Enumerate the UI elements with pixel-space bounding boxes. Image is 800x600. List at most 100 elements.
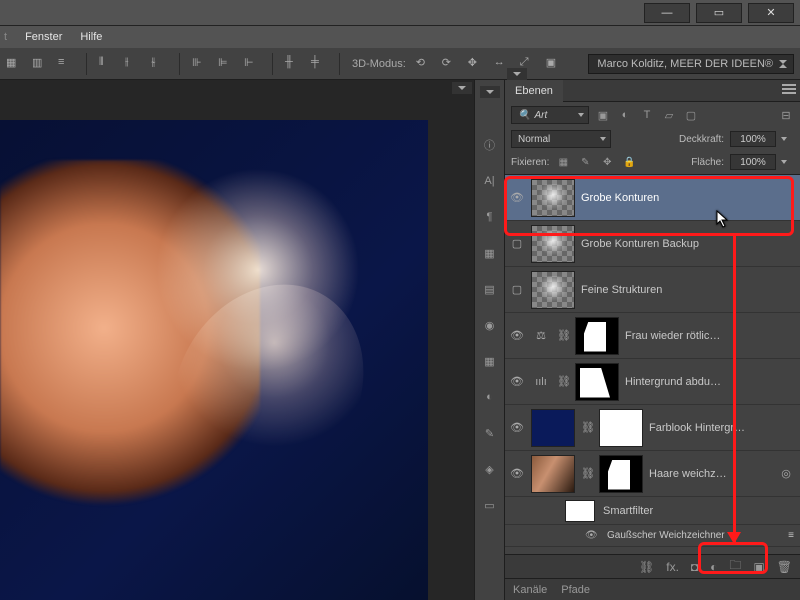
filter-shape-icon[interactable]: ▱ — [661, 108, 677, 122]
layer-row[interactable]: 👁 ⛓ Farblook Hintergr… — [505, 405, 800, 451]
paragraph-icon[interactable]: ¶ — [479, 206, 501, 228]
library-icon[interactable]: ▭ — [479, 494, 501, 516]
filter-adjust-icon[interactable]: ◐ — [617, 108, 633, 122]
styles-icon[interactable]: ▤ — [479, 278, 501, 300]
layer-row[interactable]: 👁 Grobe Konturen — [505, 175, 800, 221]
layer-filter-type[interactable]: 🔍Art — [511, 106, 589, 124]
filter-smart-icon[interactable]: ▢ — [683, 108, 699, 122]
lock-transparency-icon[interactable]: ▦ — [555, 155, 571, 169]
smart-filter-row[interactable]: Smartfilter — [505, 497, 800, 525]
spacing-icon[interactable]: ╪ — [311, 56, 327, 72]
panel-menu-icon[interactable] — [782, 84, 796, 96]
layer-name[interactable]: Grobe Konturen — [581, 192, 796, 204]
color-icon[interactable]: ◉ — [479, 314, 501, 336]
layer-name[interactable]: Farblook Hintergr… — [649, 422, 796, 434]
layer-mask-thumbnail[interactable] — [599, 409, 643, 447]
layer-mask-thumbnail[interactable] — [575, 363, 619, 401]
lock-pixels-icon[interactable]: ✎ — [577, 155, 593, 169]
filter-name[interactable]: Gaußscher Weichzeichner — [607, 530, 725, 541]
type-icon[interactable]: A| — [479, 170, 501, 192]
opacity-value[interactable]: 100% — [730, 131, 776, 147]
layer-row[interactable]: ▢ Feine Strukturen — [505, 267, 800, 313]
pan-icon[interactable]: ✥ — [468, 56, 484, 72]
collapse-icon[interactable] — [480, 86, 500, 98]
layer-mask-thumbnail[interactable] — [599, 455, 643, 493]
align-icon[interactable]: ▥ — [32, 56, 48, 72]
distribute-icon[interactable]: ⫳ — [151, 56, 167, 72]
roll-icon[interactable]: ⟳ — [442, 56, 458, 72]
adjustments-icon[interactable]: ◐ — [479, 386, 501, 408]
layer-thumbnail[interactable] — [531, 455, 575, 493]
info-icon[interactable]: ⓘ — [479, 134, 501, 156]
mask-icon[interactable]: ◘ — [691, 560, 698, 574]
align-icon[interactable]: ≡ — [58, 56, 74, 72]
layer-name[interactable]: Frau wieder rötlic… — [625, 330, 796, 342]
visibility-icon[interactable]: ▢ — [509, 236, 525, 252]
filter-settings-icon[interactable]: ≡ — [788, 530, 794, 541]
distribute-icon[interactable]: ⫲ — [125, 56, 141, 72]
document-canvas[interactable] — [0, 120, 428, 600]
minimize-button[interactable]: — — [644, 3, 690, 23]
distribute-icon[interactable]: ⫴ — [99, 56, 115, 72]
fx-icon[interactable]: fx. — [666, 560, 679, 574]
link-icon: ⛓ — [581, 421, 593, 434]
close-button[interactable]: ✕ — [748, 3, 794, 23]
visibility-icon[interactable]: 👁 — [509, 420, 525, 436]
layer-name[interactable]: Haare weichz… — [649, 468, 770, 480]
layer-row[interactable]: 👁 ⚖ ⛓ Frau wieder rötlic… — [505, 313, 800, 359]
adjustment-icon[interactable]: ◐ — [710, 560, 717, 574]
layer-name[interactable]: Grobe Konturen Backup — [581, 238, 796, 250]
tab-pfade[interactable]: Pfade — [561, 584, 590, 596]
menu-fenster[interactable]: Fenster — [25, 31, 62, 43]
grid-icon[interactable]: ▦ — [479, 350, 501, 372]
visibility-icon[interactable]: 👁 — [509, 328, 525, 344]
smartfilter-thumbnail[interactable] — [565, 500, 595, 522]
navigator-icon[interactable]: ◈ — [479, 458, 501, 480]
visibility-icon[interactable]: 👁 — [509, 374, 525, 390]
filter-pixels-icon[interactable]: ▣ — [595, 108, 611, 122]
new-layer-icon[interactable]: ▣ — [753, 560, 764, 574]
smart-filter-item[interactable]: 👁 Gaußscher Weichzeichner ≡ — [505, 525, 800, 547]
orbit-icon[interactable]: ⟲ — [416, 56, 432, 72]
delete-icon[interactable]: 🗑 — [777, 560, 792, 574]
group-icon[interactable]: 🗀 — [729, 556, 741, 577]
filter-toggle[interactable]: ⊟ — [778, 108, 794, 122]
align-icon[interactable]: ▦ — [6, 56, 22, 72]
layer-thumbnail[interactable] — [531, 225, 575, 263]
distribute-icon[interactable]: ⊫ — [218, 56, 234, 72]
layer-thumbnail[interactable] — [531, 271, 575, 309]
collapse-icon[interactable] — [452, 82, 472, 94]
distribute-icon[interactable]: ⊪ — [192, 56, 208, 72]
tab-kanale[interactable]: Kanäle — [513, 584, 547, 596]
layer-list: 👁 Grobe Konturen ▢ Grobe Konturen Backup… — [505, 175, 800, 554]
fill-value[interactable]: 100% — [730, 154, 776, 170]
spacing-icon[interactable]: ╫ — [285, 56, 301, 72]
layer-row[interactable]: ▢ Grobe Konturen Backup — [505, 221, 800, 267]
visibility-icon[interactable]: 👁 — [509, 190, 525, 206]
menu-bar: t Fenster Hilfe — [0, 26, 800, 48]
layer-mask-thumbnail[interactable] — [575, 317, 619, 355]
distribute-icon[interactable]: ⊩ — [244, 56, 260, 72]
camera-icon[interactable]: ▣ — [546, 56, 562, 72]
visibility-icon[interactable]: ▢ — [509, 282, 525, 298]
menu-hilfe[interactable]: Hilfe — [80, 31, 102, 43]
visibility-icon[interactable]: 👁 — [509, 466, 525, 482]
lock-position-icon[interactable]: ✥ — [599, 155, 615, 169]
blend-mode-dropdown[interactable]: Normal — [511, 130, 611, 148]
visibility-icon[interactable]: 👁 — [585, 530, 599, 541]
layer-row[interactable]: 👁 ıılı ⛓ Hintergrund abdu… — [505, 359, 800, 405]
layer-thumbnail[interactable] — [531, 179, 575, 217]
layer-name[interactable]: Hintergrund abdu… — [625, 376, 796, 388]
maximize-button[interactable]: ▭ — [696, 3, 742, 23]
workspace-dropdown[interactable]: Marco Kolditz, MEER DER IDEEN® — [588, 54, 794, 74]
collapse-icon[interactable] — [507, 68, 527, 80]
layer-name[interactable]: Feine Strukturen — [581, 284, 796, 296]
lock-all-icon[interactable]: 🔒 — [621, 155, 637, 169]
tab-ebenen[interactable]: Ebenen — [505, 80, 563, 102]
link-layers-icon[interactable]: ⛓ — [639, 560, 654, 574]
brush-icon[interactable]: ✎ — [479, 422, 501, 444]
layer-row[interactable]: 👁 ⛓ Haare weichz… ◎ — [505, 451, 800, 497]
layer-thumbnail[interactable] — [531, 409, 575, 447]
swatches-icon[interactable]: ▦ — [479, 242, 501, 264]
filter-type-icon[interactable]: T — [639, 108, 655, 122]
